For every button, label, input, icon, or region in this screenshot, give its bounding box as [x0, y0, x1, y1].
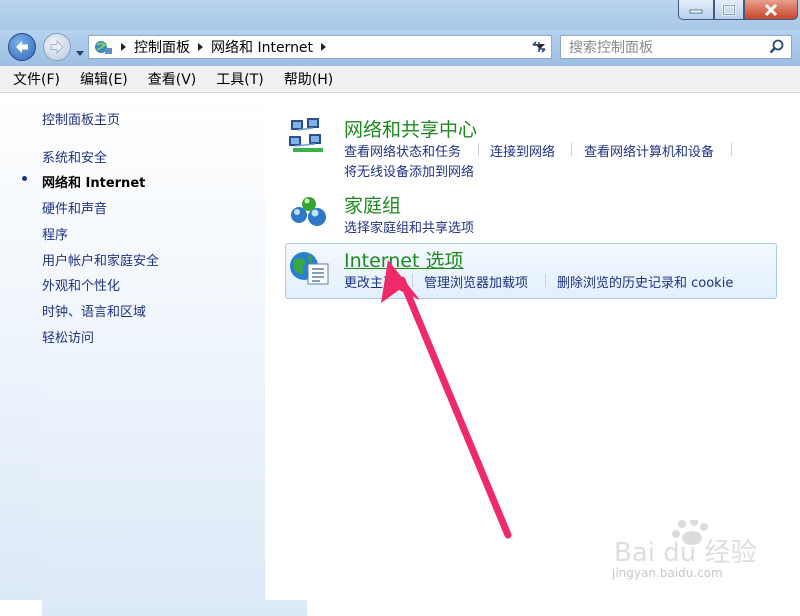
baidu-watermark: Bai du 经验 jingyan.baidu.com [612, 518, 792, 580]
watermark-logo-text: Bai du 经验 [614, 538, 757, 568]
watermark-url: jingyan.baidu.com [612, 566, 723, 580]
annotation-arrow [381, 260, 512, 539]
